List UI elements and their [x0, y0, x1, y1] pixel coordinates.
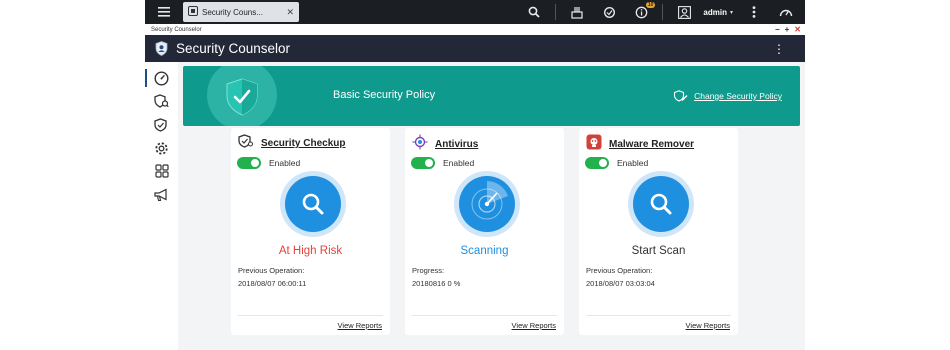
card-divider — [238, 315, 383, 316]
app-title: Security Counselor — [176, 41, 291, 56]
main-menu-icon[interactable] — [151, 0, 177, 24]
change-security-policy-link[interactable]: Change Security Policy — [673, 90, 782, 102]
status-text[interactable]: Start Scan — [579, 245, 738, 257]
toggle-label: Enabled — [269, 158, 301, 168]
card-divider — [586, 315, 731, 316]
notification-icon[interactable]: 10 — [630, 1, 656, 23]
minimize-icon[interactable]: − — [775, 25, 780, 34]
meta-label: Previous Operation: — [238, 266, 305, 275]
user-avatar-icon[interactable] — [673, 1, 695, 23]
gear-icon[interactable] — [145, 137, 178, 159]
app-header: Security Counselor ⋮ — [145, 35, 805, 62]
security-checkup-card: Security Checkup Enabled At High Risk Pr… — [231, 128, 390, 335]
policy-edit-icon — [674, 90, 688, 102]
antivirus-card: Antivirus Enabled Scanning Progress: 201… — [405, 128, 564, 335]
apps-icon[interactable] — [145, 160, 178, 182]
view-reports-link[interactable]: View Reports — [512, 321, 556, 330]
change-security-policy-label[interactable]: Change Security Policy — [694, 91, 782, 101]
radar-icon — [459, 176, 515, 232]
toolbar-divider — [555, 4, 557, 20]
window-title: Security Counselor — [151, 26, 202, 33]
meta-value: 2018/08/07 03:03:04 — [586, 279, 655, 288]
meta-label: Previous Operation: — [586, 266, 653, 275]
username-label[interactable]: admin — [703, 8, 727, 17]
tab-close-icon[interactable]: ✕ — [286, 7, 294, 18]
card-title[interactable]: Antivirus — [435, 139, 478, 150]
malware-remover-card: Malware Remover Enabled Start Scan Previ… — [579, 128, 738, 335]
notification-count-badge: 10 — [645, 2, 656, 8]
more-options-icon[interactable] — [743, 1, 765, 23]
card-title[interactable]: Malware Remover — [609, 139, 694, 150]
status-text: At High Risk — [278, 245, 343, 257]
side-nav — [145, 62, 178, 350]
security-checkup-icon — [238, 134, 254, 153]
scan-button[interactable] — [280, 171, 346, 237]
more-options-icon[interactable]: ⋮ — [773, 42, 785, 56]
start-scan-button[interactable] — [628, 171, 694, 237]
malware-remover-icon — [586, 134, 602, 155]
sync-icon[interactable] — [598, 1, 620, 23]
card-divider — [412, 315, 557, 316]
megaphone-icon[interactable] — [145, 184, 178, 206]
view-reports-link[interactable]: View Reports — [338, 321, 382, 330]
enabled-toggle[interactable] — [411, 157, 435, 169]
system-taskbar: Security Couns... ✕ 10 admin ▾ — [145, 0, 805, 24]
view-reports-link[interactable]: View Reports — [686, 321, 730, 330]
enabled-toggle[interactable] — [585, 157, 609, 169]
meta-value: 2018/08/07 06:00:11 — [238, 279, 307, 288]
close-icon[interactable]: ✕ — [794, 25, 801, 34]
security-counselor-logo-icon — [155, 41, 168, 56]
maximize-icon[interactable]: + — [785, 25, 790, 34]
search-icon — [285, 176, 341, 232]
dashboard-gauge-icon[interactable] — [775, 1, 797, 23]
toolbar-divider — [662, 4, 664, 20]
search-icon — [633, 176, 689, 232]
app-frame: Security Couns... ✕ 10 admin ▾ Security … — [145, 0, 805, 350]
toggle-label: Enabled — [617, 158, 649, 168]
meta-value: 20180816 0 % — [412, 279, 461, 288]
tab-app-icon — [188, 6, 198, 18]
chevron-down-icon[interactable]: ▾ — [730, 9, 733, 16]
meta-label: Progress: — [412, 266, 445, 275]
window-title-bar: Security Counselor − + ✕ — [145, 24, 805, 35]
status-text: Scanning — [460, 245, 509, 257]
enabled-toggle[interactable] — [237, 157, 261, 169]
banner-title: Basic Security Policy — [333, 89, 436, 101]
card-title[interactable]: Security Checkup — [261, 138, 345, 149]
security-checkup-icon[interactable] — [145, 90, 178, 112]
toggle-label: Enabled — [443, 158, 475, 168]
search-icon[interactable] — [523, 1, 545, 23]
security-policy-banner: Basic Security Policy Change Security Po… — [183, 66, 800, 126]
tab-title: Security Couns... — [202, 7, 263, 17]
antivirus-icon — [412, 134, 428, 155]
shield-icon[interactable] — [145, 114, 178, 136]
scanning-indicator[interactable] — [454, 171, 520, 237]
shield-check-icon — [225, 78, 259, 121]
background-tasks-icon[interactable] — [566, 1, 588, 23]
dashboard-icon[interactable] — [145, 67, 178, 89]
taskbar-tab-security-counselor[interactable]: Security Couns... ✕ — [183, 2, 299, 22]
